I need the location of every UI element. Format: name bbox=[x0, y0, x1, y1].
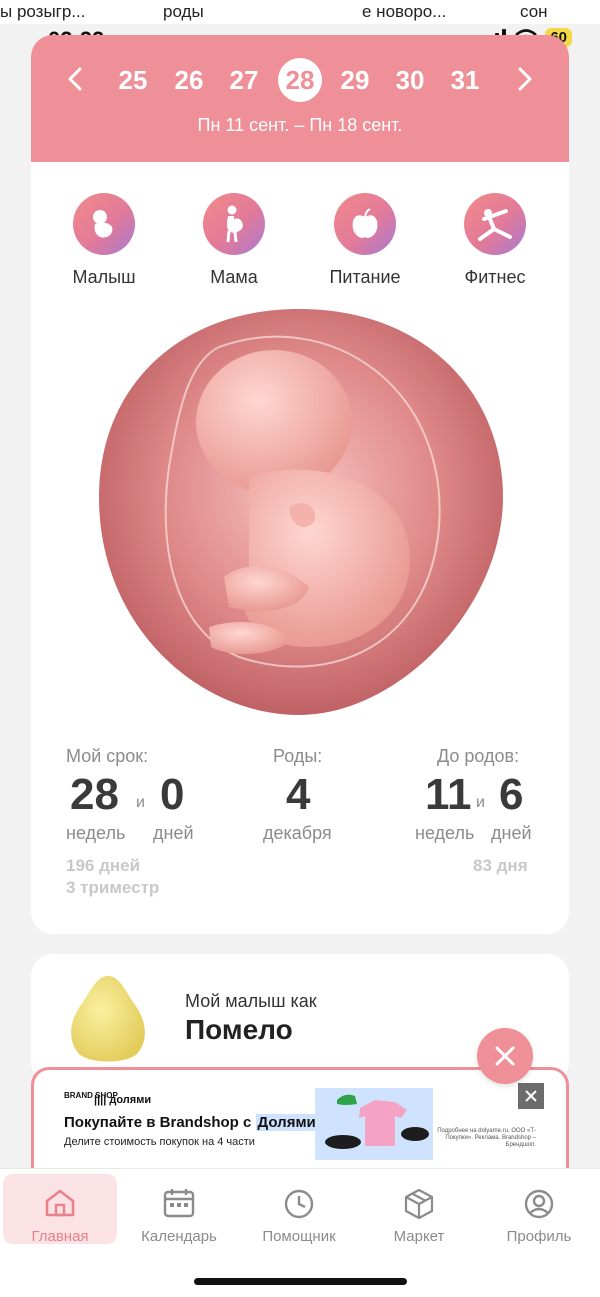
pregnancy-card: Малыш Мама Питание Фитнес Мой срок: 28 и… bbox=[31, 162, 569, 934]
close-ad-button[interactable] bbox=[477, 1028, 533, 1084]
tab-label: Помощник bbox=[262, 1228, 336, 1245]
clipped-text: сон bbox=[520, 2, 548, 21]
due-title: Роды: bbox=[273, 746, 323, 766]
close-icon bbox=[495, 1046, 515, 1066]
clipped-text: е новоро... bbox=[362, 2, 447, 21]
tab-label: Профиль bbox=[506, 1228, 572, 1245]
remaining-and: и bbox=[476, 794, 485, 811]
week-29[interactable]: 29 bbox=[333, 58, 377, 102]
ad-subtitle: Делите стоимость покупок на 4 части bbox=[64, 1136, 255, 1148]
week-25[interactable]: 25 bbox=[111, 58, 155, 102]
tab-label: Маркет bbox=[393, 1228, 445, 1245]
home-icon bbox=[45, 1189, 75, 1217]
term-title: Мой срок: bbox=[66, 746, 149, 766]
remaining-title: До родов: bbox=[437, 746, 520, 766]
remaining-total-days: 83 дня bbox=[473, 856, 528, 875]
chevron-left-icon[interactable] bbox=[67, 66, 83, 92]
category-label: Фитнес bbox=[464, 267, 526, 287]
week-list: 25 26 27 28 29 30 31 bbox=[31, 58, 569, 102]
term-days: 0 bbox=[160, 770, 185, 819]
term-weeks-unit: недель bbox=[66, 823, 126, 843]
term-total-days: 196 дней bbox=[66, 856, 141, 875]
week-26[interactable]: 26 bbox=[167, 58, 211, 102]
category-label: Мама bbox=[210, 267, 258, 287]
ad-banner[interactable]: BRAND SHOP |||| долями Покупайте в Brand… bbox=[31, 1067, 569, 1171]
term-and: и bbox=[136, 794, 145, 811]
ad-product-image bbox=[315, 1088, 433, 1160]
category-baby[interactable]: Малыш bbox=[44, 193, 164, 288]
chevron-right-icon[interactable] bbox=[517, 66, 533, 92]
category-fitness[interactable]: Фитнес bbox=[435, 193, 555, 288]
week-date-range: Пн 11 сент. – Пн 18 сент. bbox=[197, 115, 403, 135]
ad-legal: Подробнее на dolyame.ru. ООО «Т-Покупки»… bbox=[437, 1128, 536, 1148]
box-icon bbox=[404, 1188, 434, 1220]
term-days-unit: дней bbox=[153, 823, 194, 843]
home-indicator bbox=[194, 1278, 407, 1285]
remaining-days: 6 bbox=[499, 770, 524, 819]
ad-close-button[interactable] bbox=[518, 1083, 544, 1109]
ad-title: Покупайте в Brandshop с Долями bbox=[64, 1114, 318, 1131]
apple-icon bbox=[352, 208, 378, 238]
remaining-weeks-unit: недель bbox=[415, 823, 475, 843]
fetus-illustration bbox=[99, 309, 503, 715]
week-28-active[interactable]: 28 bbox=[278, 58, 322, 102]
baby-size-subtitle: Мой малыш как bbox=[185, 991, 317, 1011]
week-selector: 25 26 27 28 29 30 31 Пн 11 сент. – Пн 18… bbox=[31, 35, 569, 162]
clock-icon bbox=[284, 1189, 314, 1219]
week-27[interactable]: 27 bbox=[222, 58, 266, 102]
category-nutrition[interactable]: Питание bbox=[305, 193, 425, 288]
category-mom[interactable]: Мама bbox=[174, 193, 294, 288]
tab-profile[interactable]: Профиль bbox=[482, 1174, 596, 1245]
due-month: декабря bbox=[263, 823, 332, 843]
profile-icon bbox=[524, 1189, 554, 1219]
clipped-text: роды bbox=[163, 2, 204, 21]
calendar-icon bbox=[163, 1189, 195, 1218]
pregnant-woman-icon bbox=[226, 205, 243, 243]
baby-icon bbox=[93, 210, 113, 238]
yoga-pose-icon bbox=[478, 209, 512, 241]
remaining-weeks: 11 bbox=[425, 770, 472, 819]
tab-calendar[interactable]: Календарь bbox=[122, 1174, 236, 1245]
category-label: Питание bbox=[329, 267, 401, 287]
pomelo-icon bbox=[71, 976, 145, 1062]
due-day: 4 bbox=[286, 770, 311, 819]
baby-size-fruit: Помело bbox=[185, 1014, 293, 1045]
remaining-days-unit: дней bbox=[491, 823, 532, 843]
week-31[interactable]: 31 bbox=[443, 58, 487, 102]
tab-assistant[interactable]: Помощник bbox=[242, 1174, 356, 1245]
term-trimester: 3 триместр bbox=[66, 878, 160, 897]
tab-label: Главная bbox=[31, 1228, 89, 1245]
clipped-text: ы розыгр... bbox=[0, 2, 86, 21]
category-label: Малыш bbox=[72, 267, 136, 287]
week-30[interactable]: 30 bbox=[388, 58, 432, 102]
term-weeks: 28 bbox=[70, 770, 119, 819]
tab-market[interactable]: Маркет bbox=[362, 1174, 476, 1245]
dolyami-logo: |||| долями bbox=[94, 1094, 152, 1106]
tab-home[interactable]: Главная bbox=[3, 1174, 117, 1245]
close-icon bbox=[525, 1090, 537, 1102]
notification-strip: ы розыгр... роды е новоро... сон bbox=[0, 0, 600, 24]
tab-label: Календарь bbox=[141, 1228, 217, 1245]
